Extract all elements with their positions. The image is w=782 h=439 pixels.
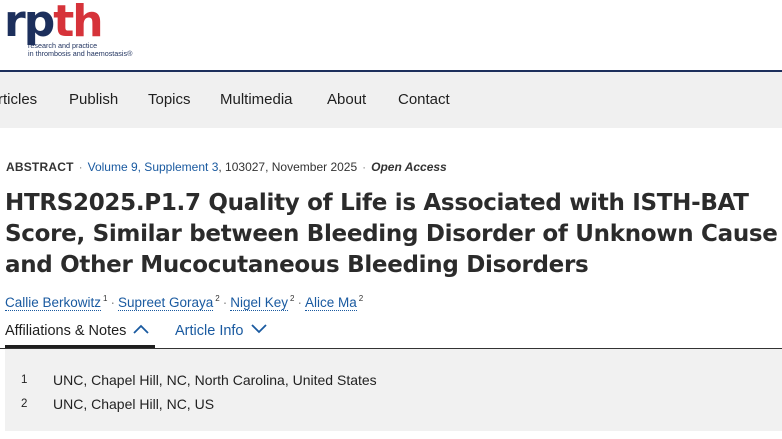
author-affiliation-ref: 2 bbox=[358, 294, 364, 303]
chevron-up-icon bbox=[133, 324, 150, 334]
main-nav: rticles Publish Topics Multimedia About … bbox=[0, 72, 782, 128]
author-affiliation-ref: 1 bbox=[103, 294, 108, 303]
nav-item-topics[interactable]: Topics bbox=[148, 91, 191, 108]
tab-affiliations-notes[interactable]: Affiliations & Notes bbox=[5, 323, 150, 339]
open-access-badge: Open Access bbox=[371, 160, 447, 174]
affiliation-number: 2 bbox=[21, 398, 28, 410]
tab-article-info-label: Article Info bbox=[175, 323, 244, 339]
nav-item-about[interactable]: About bbox=[327, 91, 366, 108]
article-meta: ABSTRACT · Volume 9, Supplement 3, 103027,… bbox=[6, 160, 447, 174]
nav-item-multimedia[interactable]: Multimedia bbox=[220, 91, 293, 108]
article-type: ABSTRACT bbox=[6, 160, 74, 174]
nav-item-contact[interactable]: Contact bbox=[398, 91, 450, 108]
author-link[interactable]: Nigel Key bbox=[230, 294, 289, 311]
meta-separator: · bbox=[78, 160, 83, 174]
affiliation-number: 1 bbox=[21, 374, 28, 386]
journal-logo[interactable]: rpth research and practice in thrombosis… bbox=[4, 0, 164, 62]
author-affiliation-ref: 2 bbox=[215, 294, 220, 303]
author-link[interactable]: Callie Berkowitz bbox=[5, 294, 102, 311]
article-title: HTRS2025.P1.7 Quality of Life is Associa… bbox=[5, 190, 778, 278]
tab-article-info[interactable]: Article Info bbox=[175, 323, 267, 339]
logo-wordmark: rpth bbox=[4, 0, 104, 47]
chevron-down-icon bbox=[250, 324, 267, 334]
affiliations-panel: 1 UNC, Chapel Hill, NC, North Carolina, … bbox=[5, 349, 782, 431]
meta-separator: · bbox=[362, 160, 367, 174]
nav-item-articles[interactable]: rticles bbox=[0, 91, 37, 108]
article-number: , 103027, November 2025 bbox=[218, 160, 358, 174]
volume-link[interactable]: Volume 9, Supplement 3 bbox=[88, 160, 219, 174]
affiliation-text: UNC, Chapel Hill, NC, US bbox=[53, 396, 215, 412]
tab-affiliations-label: Affiliations & Notes bbox=[5, 323, 127, 339]
author-link[interactable]: Alice Ma bbox=[304, 294, 357, 311]
article-tabs: Affiliations & Notes Article Info bbox=[5, 323, 782, 349]
author-affiliation-ref: 2 bbox=[290, 294, 295, 303]
nav-item-publish[interactable]: Publish bbox=[69, 91, 118, 108]
author-link[interactable]: Supreet Goraya bbox=[117, 294, 214, 311]
site-header: rpth research and practice in thrombosis… bbox=[0, 0, 782, 72]
author-list: Callie Berkowitz 1 · Supreet Goraya 2 · Nigel … bbox=[5, 294, 364, 311]
logo-subtitle: research and practice in thrombosis and … bbox=[28, 41, 133, 58]
affiliation-text: UNC, Chapel Hill, NC, North Carolina, Un… bbox=[53, 372, 377, 388]
